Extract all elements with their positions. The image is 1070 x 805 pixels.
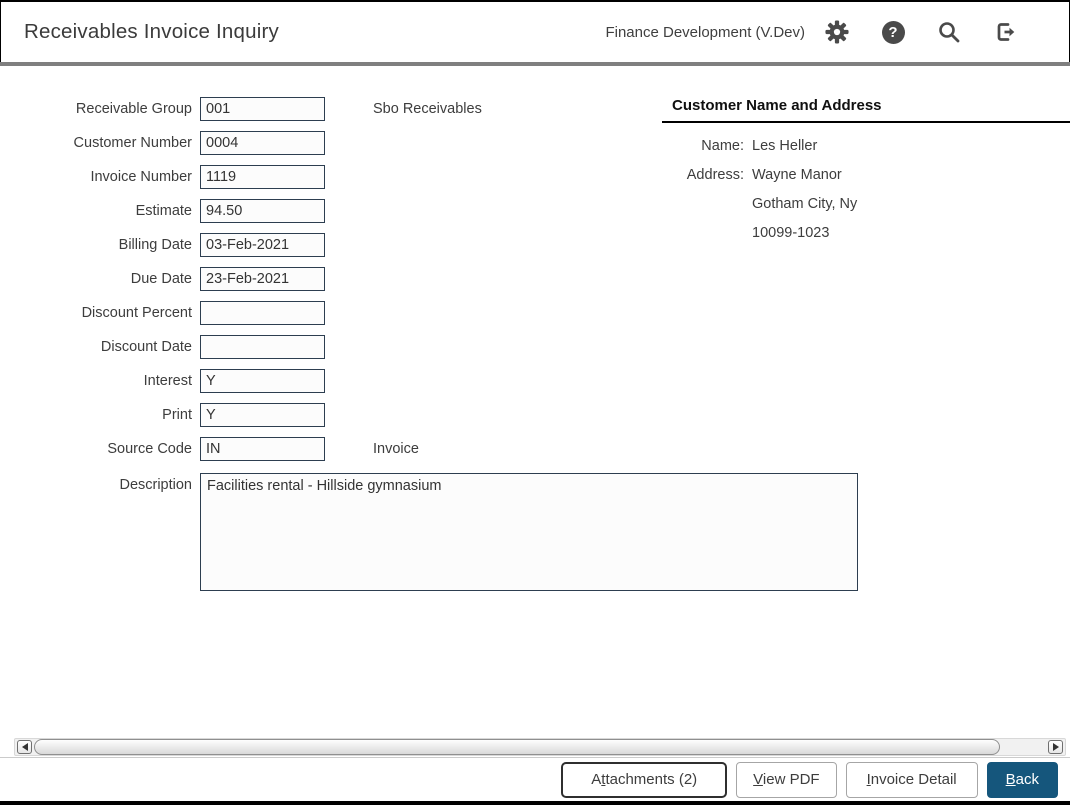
customer-address-line2: Gotham City, Ny: [752, 196, 858, 212]
main-content: Receivable Group Sbo Receivables Custome…: [0, 66, 1070, 738]
receivable-group-description-text: Sbo Receivables: [373, 101, 482, 117]
page-title: Receivables Invoice Inquiry: [24, 20, 279, 43]
sign-out-icon[interactable]: [993, 20, 1017, 44]
discount-date-row: Discount Date: [0, 335, 1070, 359]
due-date-input[interactable]: [200, 267, 325, 291]
discount-date-input[interactable]: [200, 335, 325, 359]
estimate-label: Estimate: [135, 203, 192, 219]
customer-name-value: Les Heller: [752, 138, 818, 154]
customer-address-label: Address:: [686, 167, 744, 183]
discount-percent-input[interactable]: [200, 301, 325, 325]
print-label: Print: [162, 407, 192, 423]
customer-number-label: Customer Number: [73, 135, 192, 151]
source-code-input[interactable]: [200, 437, 325, 461]
print-row: Print: [0, 403, 1070, 427]
receivable-group-label: Receivable Group: [75, 101, 192, 117]
help-icon[interactable]: ?: [881, 20, 905, 44]
customer-name-address-panel: Customer Name and Address Name: Les Hell…: [662, 97, 1070, 254]
due-date-row: Due Date: [0, 267, 1070, 291]
billing-date-label: Billing Date: [118, 237, 192, 253]
search-icon[interactable]: [937, 20, 961, 44]
customer-address-line1: Wayne Manor: [752, 167, 842, 183]
footer-action-bar: Attachments (2) View PDF Invoice Detail …: [0, 757, 1070, 801]
view-pdf-button[interactable]: View PDF: [736, 761, 837, 798]
scroll-right-icon: [1052, 743, 1059, 751]
billing-date-input[interactable]: [200, 233, 325, 257]
horizontal-scrollbar-thumb[interactable]: [34, 739, 1000, 755]
print-input[interactable]: [200, 403, 325, 427]
scroll-left-icon: [21, 743, 28, 751]
invoice-number-label: Invoice Number: [90, 169, 192, 185]
back-button[interactable]: Back: [986, 761, 1058, 798]
source-code-row: Source Code Invoice: [0, 437, 1070, 461]
estimate-input[interactable]: [200, 199, 325, 223]
description-textarea[interactable]: Facilities rental - Hillside gymnasium: [200, 473, 858, 591]
discount-date-label: Discount Date: [100, 339, 192, 355]
description-row: Description Facilities rental - Hillside…: [0, 473, 1070, 591]
receivable-group-input[interactable]: [200, 97, 325, 121]
invoice-number-input[interactable]: [200, 165, 325, 189]
settings-gear-icon[interactable]: [825, 20, 849, 44]
customer-number-input[interactable]: [200, 131, 325, 155]
invoice-detail-button[interactable]: Invoice Detail: [845, 761, 978, 798]
source-code-label: Source Code: [107, 441, 192, 457]
attachments-button[interactable]: Attachments (2): [561, 761, 728, 798]
scroll-right-button[interactable]: [1048, 740, 1063, 754]
bottom-border-bar: [0, 801, 1070, 805]
header-icon-bar: ?: [825, 20, 1017, 44]
help-question-glyph: ?: [881, 20, 905, 44]
customer-name-row: Name: Les Heller: [662, 138, 1070, 154]
scroll-left-button[interactable]: [17, 740, 32, 754]
customer-address-row: Address: Wayne Manor: [662, 167, 1070, 183]
discount-percent-label: Discount Percent: [81, 305, 192, 321]
environment-label: Finance Development (V.Dev): [605, 23, 805, 41]
discount-percent-row: Discount Percent: [0, 301, 1070, 325]
receivables-invoice-inquiry-page: { "header": { "title": "Receivables Invo…: [0, 0, 1070, 805]
app-header: Receivables Invoice Inquiry Finance Deve…: [0, 0, 1070, 62]
description-label: Description: [119, 477, 192, 493]
horizontal-scrollbar[interactable]: [14, 738, 1066, 756]
interest-row: Interest: [0, 369, 1070, 393]
customer-panel-title: Customer Name and Address: [662, 97, 1070, 123]
customer-address-line3: 10099-1023: [752, 225, 830, 241]
interest-label: Interest: [143, 373, 192, 389]
source-code-description-text: Invoice: [373, 441, 419, 457]
due-date-label: Due Date: [130, 271, 192, 287]
customer-name-label: Name:: [701, 138, 744, 154]
interest-input[interactable]: [200, 369, 325, 393]
